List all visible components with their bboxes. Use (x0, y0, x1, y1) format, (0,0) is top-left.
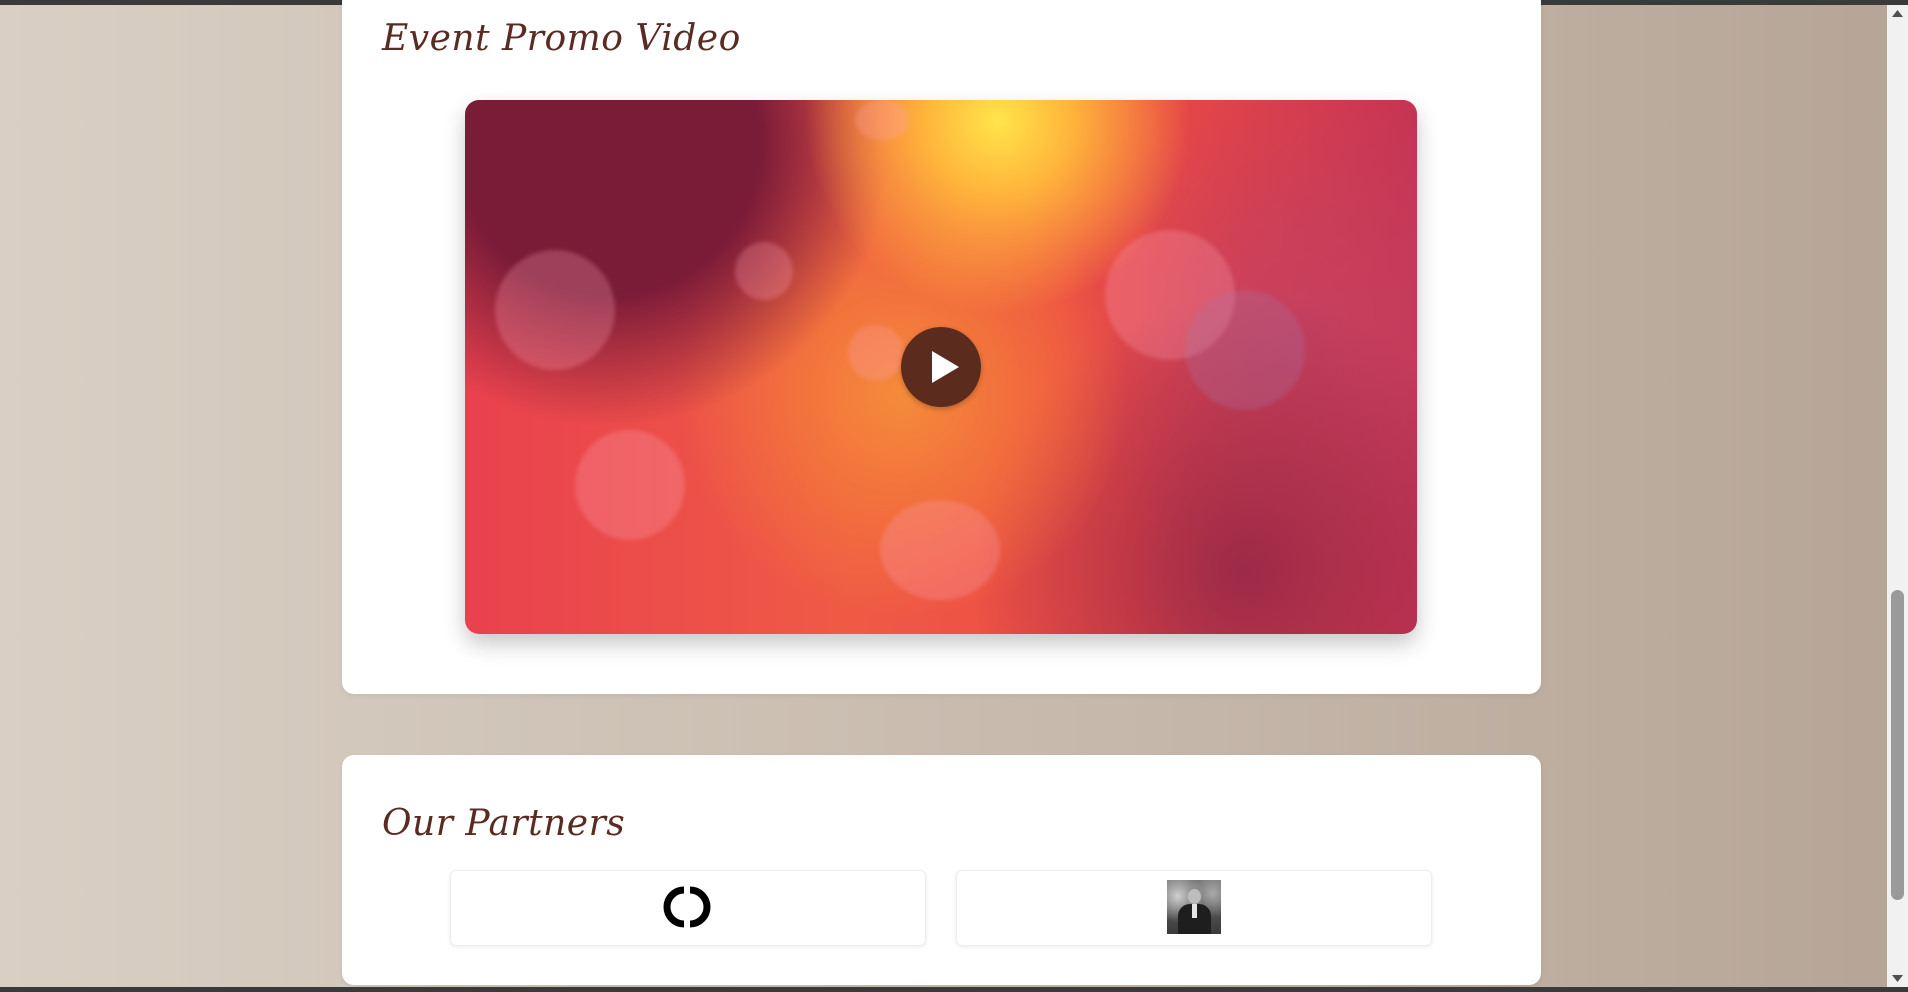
play-icon (932, 351, 959, 383)
video-bokeh (880, 500, 1000, 600)
scroll-up-arrow-icon[interactable] (1887, 5, 1908, 22)
video-bokeh (575, 430, 685, 540)
promo-video-section: Event Promo Video (342, 0, 1541, 694)
video-bokeh (735, 242, 793, 300)
scrollbar-thumb[interactable] (1891, 590, 1904, 900)
partner-tile-chanel[interactable] (450, 870, 926, 946)
photo-person-shirt (1192, 904, 1197, 918)
speaker-photo (1167, 880, 1221, 934)
vertical-scrollbar[interactable] (1887, 5, 1908, 987)
scroll-down-arrow-icon[interactable] (1887, 970, 1908, 987)
promo-video-player[interactable] (465, 100, 1417, 634)
photo-person-head (1188, 889, 1201, 904)
play-button[interactable] (901, 327, 981, 407)
video-bokeh (855, 100, 910, 140)
video-bokeh (1185, 290, 1305, 410)
promo-video-title: Event Promo Video (382, 18, 741, 59)
video-bokeh (495, 250, 615, 370)
partner-tile-speaker[interactable] (956, 870, 1432, 946)
partners-title: Our Partners (382, 803, 626, 844)
window-bottom-edge (0, 987, 1908, 992)
video-bokeh (848, 325, 904, 381)
chanel-logo (663, 886, 711, 928)
page-viewport: Event Promo Video Our Partners (0, 0, 1908, 992)
partners-section: Our Partners (342, 755, 1541, 985)
